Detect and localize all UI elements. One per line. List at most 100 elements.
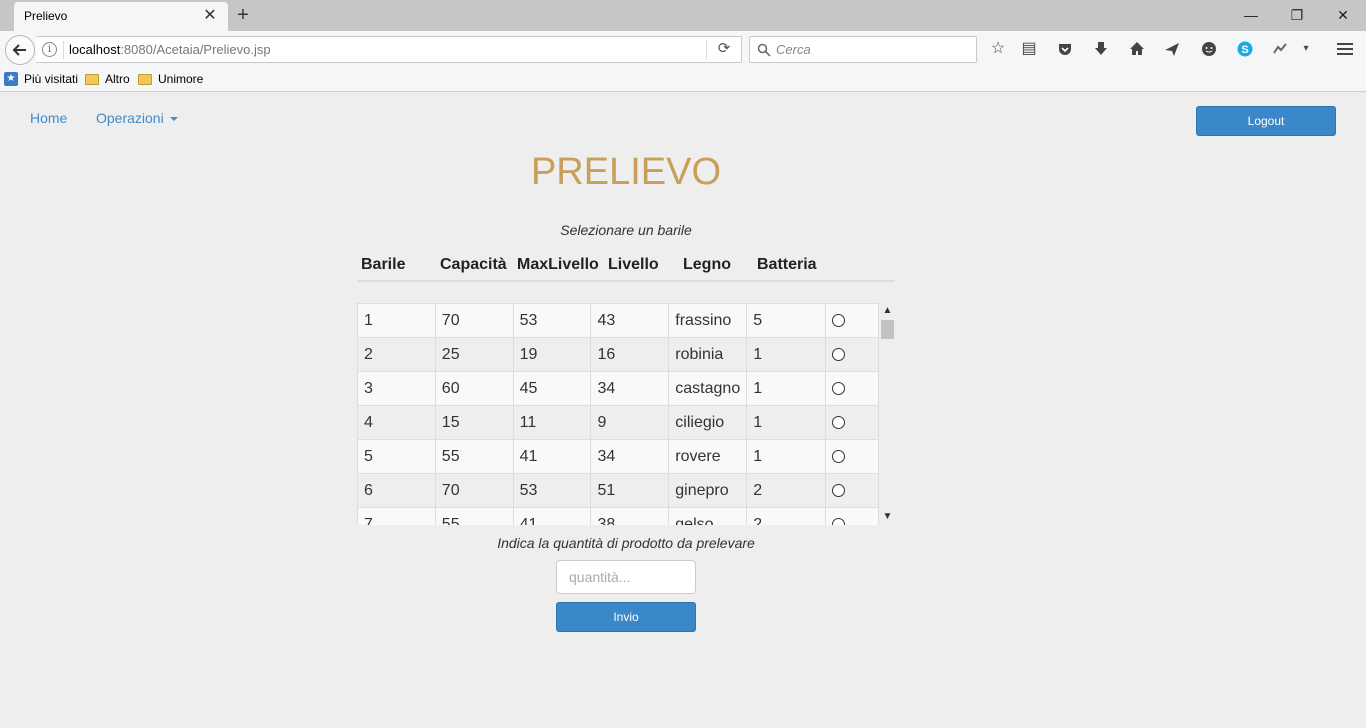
back-button[interactable] [5,35,35,65]
table-cell: frassino [668,303,748,338]
column-header-batteria: Batteria [757,256,817,273]
table-cell: 5 [746,303,827,338]
bookmark-other[interactable]: Altro [85,72,130,86]
table-cell: 3 [357,371,436,406]
menu-icon[interactable] [1333,37,1357,61]
barrel-radio[interactable] [832,449,846,463]
extension-icon[interactable] [1268,37,1292,61]
search-icon [757,43,771,57]
barrel-radio[interactable] [832,517,846,525]
table-cell: 6 [357,473,436,508]
tab-bar: Prelievo ✕ + — ❐ ✕ [0,0,1366,31]
nav-operations-dropdown[interactable]: Operazioni [96,110,178,126]
table-cell: 4 [357,405,436,440]
back-arrow-icon [12,44,26,56]
skype-icon[interactable]: S [1233,37,1257,61]
reading-list-icon[interactable]: ▤ [1017,37,1041,61]
url-text[interactable]: localhost:8080/Acetaia/Prelievo.jsp [69,42,271,57]
nav-home-link[interactable]: Home [30,110,67,126]
scroll-up-icon[interactable]: ▲ [880,305,895,317]
caret-down-icon [169,117,178,122]
table-cell: gelso [668,507,748,525]
browser-tab[interactable]: Prelievo ✕ [14,2,228,31]
url-host: localhost [69,42,121,57]
table-cell: 45 [512,371,592,406]
extension-dropdown-icon[interactable]: ▾ [1296,37,1316,61]
column-header-legno: Legno [683,256,731,273]
table-cell: 43 [590,303,670,338]
close-window-button[interactable]: ✕ [1320,0,1366,30]
quantity-input[interactable] [556,560,696,594]
bookmark-star-icon[interactable]: ☆ [986,37,1010,61]
table-cell: 7 [357,507,436,525]
scroll-down-icon[interactable]: ▼ [880,511,895,523]
table-cell: 55 [434,507,514,525]
table-cell: 70 [434,303,514,338]
table-cell: 1 [746,337,827,372]
column-header-capacita: Capacità [440,256,507,273]
table-row: 5 55 41 34 rovere 1 [357,439,879,474]
select-cell [825,371,879,406]
table-cell: 9 [590,405,670,440]
pocket-icon[interactable] [1053,37,1077,61]
table-cell: 41 [512,439,592,474]
table-cell: 1 [746,439,827,474]
search-input[interactable] [776,42,966,57]
table-cell: 34 [590,439,670,474]
table-cell: 5 [357,439,436,474]
restore-button[interactable]: ❐ [1274,0,1320,30]
url-bar[interactable]: i localhost:8080/Acetaia/Prelievo.jsp ⟳ [36,36,742,63]
table-cell: 15 [434,405,514,440]
table-cell: robinia [668,337,748,372]
barrel-radio[interactable] [832,483,846,497]
select-hint: Selezionare un barile [560,222,692,238]
table-cell: 16 [590,337,670,372]
barrel-table: 1 70 53 43 frassino 5 2 25 19 16 robinia 1 3 60 45 34 ca… [357,303,879,525]
browser-toolbar: i localhost:8080/Acetaia/Prelievo.jsp ⟳ … [0,31,1366,68]
submit-button[interactable]: Invio [556,602,696,632]
select-cell [825,303,879,338]
column-header-livello: Livello [608,256,659,273]
table-cell: 41 [512,507,592,525]
send-tab-icon[interactable] [1160,37,1184,61]
table-cell: 1 [746,371,827,406]
reload-icon[interactable]: ⟳ [714,39,734,59]
home-icon[interactable] [1125,37,1149,61]
bookmark-most-visited[interactable]: ★ Più visitati [4,72,78,86]
tab-close-icon[interactable]: ✕ [200,6,220,26]
barrel-radio[interactable] [832,381,846,395]
table-cell: 1 [357,303,436,338]
table-row: 1 70 53 43 frassino 5 [357,303,879,338]
bookmark-label: Più visitati [24,72,79,86]
most-visited-icon: ★ [4,72,18,86]
table-cell: 2 [746,473,827,508]
barrel-table-scroll[interactable]: 1 70 53 43 frassino 5 2 25 19 16 robinia 1 3 60 45 34 ca… [357,303,895,525]
bookmark-unimore[interactable]: Unimore [138,72,203,86]
column-header-maxlivello: MaxLivello [517,256,599,273]
table-header: Barile Capacità MaxLivello Livello Legno… [357,253,895,282]
search-bar[interactable] [749,36,977,63]
table-cell: 55 [434,439,514,474]
scroll-thumb[interactable] [881,320,894,339]
page-content: Home Operazioni Logout PRELIEVO Selezion… [0,93,1366,728]
chat-icon[interactable] [1197,37,1221,61]
download-icon[interactable] [1089,37,1113,61]
barrel-radio[interactable] [832,415,846,429]
info-icon[interactable]: i [42,42,57,57]
table-cell: 11 [512,405,592,440]
bookmarks-toolbar: ★ Più visitati Altro Unimore [0,68,1366,92]
select-cell [825,473,879,508]
select-cell [825,439,879,474]
new-tab-button[interactable]: + [232,3,254,27]
barrel-radio[interactable] [832,347,846,361]
logout-button[interactable]: Logout [1196,106,1336,136]
table-cell: 2 [357,337,436,372]
table-scrollbar[interactable]: ▲ ▼ [880,303,895,525]
folder-icon [85,73,99,85]
page-title: PRELIEVO [530,151,722,193]
bookmark-label: Unimore [158,72,204,86]
table-row: 6 70 53 51 ginepro 2 [357,473,879,508]
table-cell: 2 [746,507,827,525]
barrel-radio[interactable] [832,313,846,327]
minimize-button[interactable]: — [1228,0,1274,30]
